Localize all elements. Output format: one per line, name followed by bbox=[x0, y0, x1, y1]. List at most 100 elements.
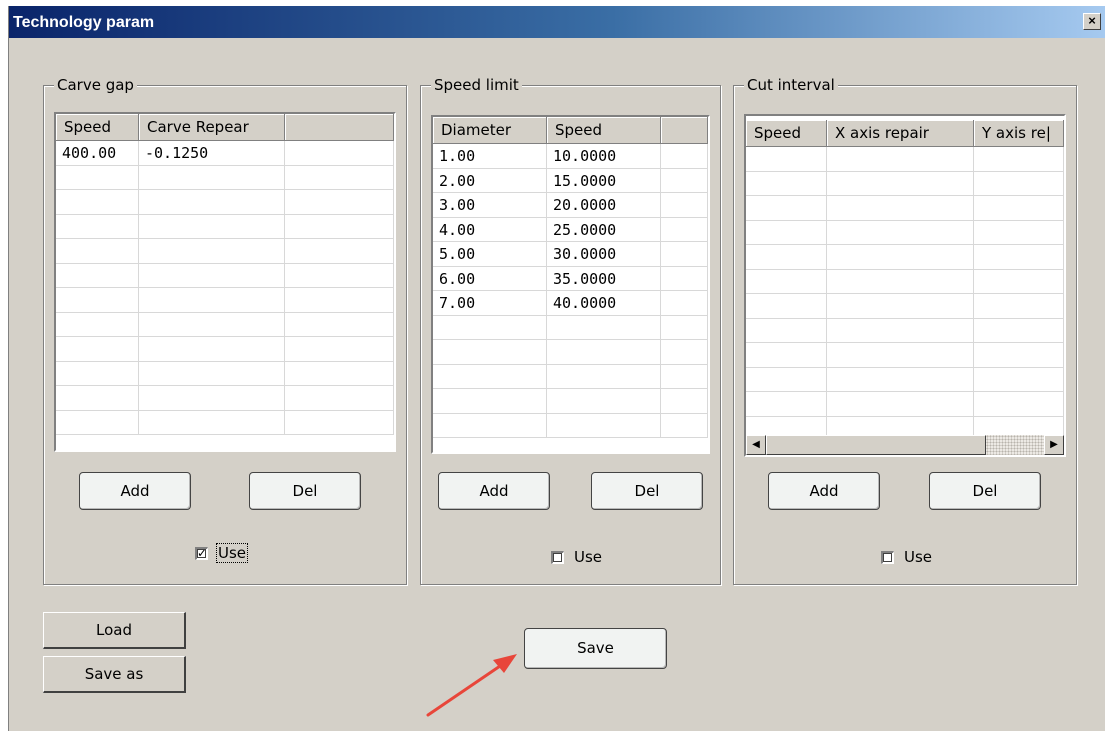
table-cell[interactable] bbox=[139, 190, 285, 214]
table-cell[interactable] bbox=[746, 294, 827, 318]
scroll-thumb[interactable] bbox=[766, 435, 986, 455]
table-cell[interactable] bbox=[746, 147, 827, 171]
table-cell[interactable] bbox=[285, 361, 394, 385]
empty-table-row[interactable] bbox=[56, 410, 394, 435]
table-cell[interactable] bbox=[827, 294, 974, 318]
table-cell[interactable] bbox=[661, 340, 708, 364]
table-cell[interactable]: 5.00 bbox=[433, 242, 547, 266]
table-cell[interactable] bbox=[827, 196, 974, 220]
table-cell[interactable] bbox=[547, 340, 661, 364]
checkbox-label[interactable]: Use bbox=[903, 548, 933, 566]
carve-gap-del-button[interactable]: Del bbox=[249, 472, 361, 510]
cut-interval-add-button[interactable]: Add bbox=[768, 472, 880, 510]
empty-table-row[interactable] bbox=[433, 315, 708, 340]
table-cell[interactable]: -0.1250 bbox=[139, 141, 285, 165]
column-header-speed[interactable]: Speed bbox=[56, 114, 139, 140]
table-cell[interactable] bbox=[285, 165, 394, 189]
table-cell[interactable] bbox=[746, 343, 827, 367]
table-cell[interactable]: 25.0000 bbox=[547, 217, 661, 241]
table-cell[interactable] bbox=[285, 214, 394, 238]
table-cell[interactable] bbox=[827, 318, 974, 342]
empty-table-row[interactable] bbox=[746, 367, 1064, 392]
table-cell[interactable] bbox=[433, 340, 547, 364]
empty-table-row[interactable] bbox=[56, 190, 394, 215]
scroll-track[interactable] bbox=[986, 435, 1044, 455]
table-cell[interactable] bbox=[547, 413, 661, 437]
empty-table-row[interactable] bbox=[56, 312, 394, 337]
table-cell[interactable] bbox=[56, 214, 139, 238]
table-cell[interactable] bbox=[139, 337, 285, 361]
table-cell[interactable] bbox=[547, 315, 661, 339]
column-header-speed[interactable]: Speed bbox=[547, 117, 661, 143]
empty-table-row[interactable] bbox=[433, 364, 708, 389]
table-row[interactable]: 7.00 40.0000 bbox=[433, 291, 708, 316]
table-cell[interactable] bbox=[56, 410, 139, 434]
table-cell[interactable] bbox=[827, 220, 974, 244]
table-row[interactable]: 4.00 25.0000 bbox=[433, 217, 708, 242]
carve-gap-table[interactable]: Speed Carve Repear 400.00 -0.1250 bbox=[54, 112, 396, 452]
column-header-x-axis-repair[interactable]: X axis repair bbox=[827, 120, 974, 146]
table-cell[interactable] bbox=[974, 196, 1064, 220]
table-cell[interactable] bbox=[56, 361, 139, 385]
empty-table-row[interactable] bbox=[56, 361, 394, 386]
table-cell[interactable] bbox=[433, 389, 547, 413]
empty-table-row[interactable] bbox=[746, 171, 1064, 196]
table-cell[interactable] bbox=[827, 392, 974, 416]
table-cell[interactable] bbox=[974, 343, 1064, 367]
speed-limit-add-button[interactable]: Add bbox=[438, 472, 550, 510]
table-cell[interactable]: 1.00 bbox=[433, 144, 547, 168]
table-cell[interactable] bbox=[661, 413, 708, 437]
table-cell[interactable]: 2.00 bbox=[433, 168, 547, 192]
table-cell[interactable] bbox=[56, 165, 139, 189]
empty-table-row[interactable] bbox=[746, 392, 1064, 417]
table-cell[interactable]: 6.00 bbox=[433, 266, 547, 290]
table-cell[interactable]: 3.00 bbox=[433, 193, 547, 217]
checkbox-box[interactable] bbox=[551, 550, 564, 564]
table-cell[interactable] bbox=[974, 294, 1064, 318]
save-button[interactable]: Save bbox=[524, 628, 667, 669]
empty-table-row[interactable] bbox=[56, 214, 394, 239]
table-cell[interactable] bbox=[661, 291, 708, 315]
table-cell[interactable]: 20.0000 bbox=[547, 193, 661, 217]
table-cell[interactable] bbox=[661, 217, 708, 241]
table-cell[interactable] bbox=[433, 315, 547, 339]
empty-table-row[interactable] bbox=[746, 220, 1064, 245]
table-cell[interactable] bbox=[547, 364, 661, 388]
close-button[interactable]: × bbox=[1083, 13, 1101, 30]
cut-interval-use-checkbox[interactable]: Use bbox=[881, 547, 933, 567]
table-cell[interactable]: 15.0000 bbox=[547, 168, 661, 192]
table-cell[interactable] bbox=[56, 239, 139, 263]
table-cell[interactable] bbox=[433, 364, 547, 388]
table-cell[interactable] bbox=[974, 269, 1064, 293]
table-cell[interactable] bbox=[661, 242, 708, 266]
table-cell[interactable] bbox=[974, 147, 1064, 171]
column-header-y-axis-repair[interactable]: Y axis re| bbox=[974, 120, 1064, 146]
table-row[interactable]: 2.00 15.0000 bbox=[433, 168, 708, 193]
checkbox-label[interactable]: Use bbox=[573, 548, 603, 566]
table-cell[interactable]: 10.0000 bbox=[547, 144, 661, 168]
empty-table-row[interactable] bbox=[746, 318, 1064, 343]
table-cell[interactable] bbox=[547, 389, 661, 413]
table-cell[interactable] bbox=[56, 288, 139, 312]
empty-table-row[interactable] bbox=[433, 389, 708, 414]
speed-limit-use-checkbox[interactable]: Use bbox=[551, 547, 603, 567]
table-cell[interactable] bbox=[139, 312, 285, 336]
table-cell[interactable] bbox=[974, 392, 1064, 416]
table-cell[interactable] bbox=[433, 413, 547, 437]
table-row[interactable]: 5.00 30.0000 bbox=[433, 242, 708, 267]
table-cell[interactable] bbox=[974, 171, 1064, 195]
empty-table-row[interactable] bbox=[56, 165, 394, 190]
carve-gap-add-button[interactable]: Add bbox=[79, 472, 191, 510]
column-header-speed[interactable]: Speed bbox=[746, 120, 827, 146]
table-row[interactable]: 6.00 35.0000 bbox=[433, 266, 708, 291]
table-cell[interactable] bbox=[661, 266, 708, 290]
table-cell[interactable] bbox=[974, 220, 1064, 244]
checkbox-box[interactable]: ✓ bbox=[195, 546, 208, 560]
empty-table-row[interactable] bbox=[56, 337, 394, 362]
table-cell[interactable] bbox=[285, 263, 394, 287]
table-cell[interactable] bbox=[661, 389, 708, 413]
empty-table-row[interactable] bbox=[746, 196, 1064, 221]
table-cell[interactable] bbox=[56, 337, 139, 361]
table-cell[interactable] bbox=[661, 315, 708, 339]
table-cell[interactable] bbox=[746, 269, 827, 293]
